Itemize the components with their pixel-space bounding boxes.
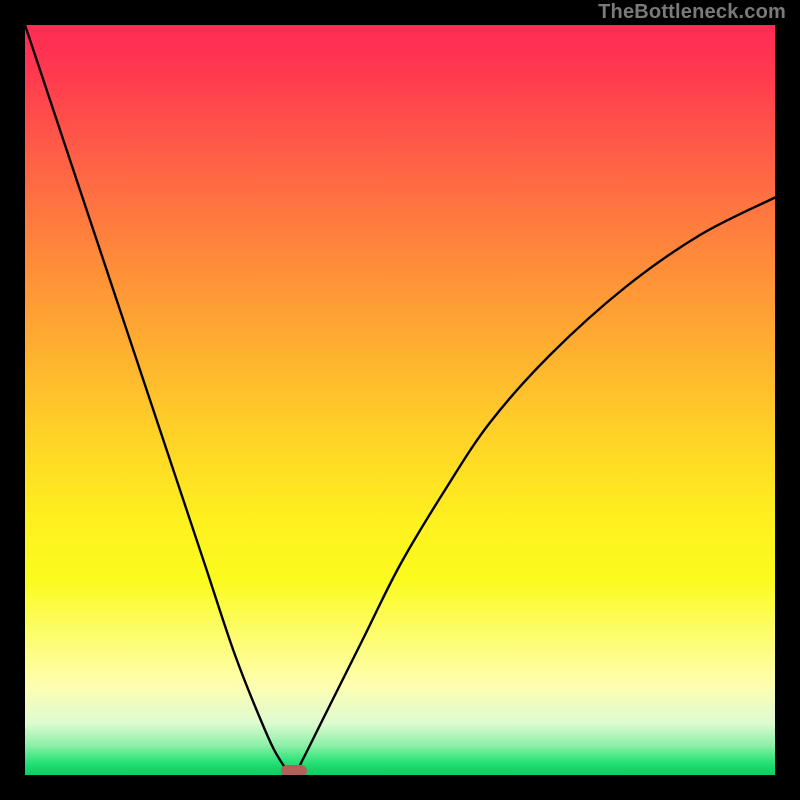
plot-area xyxy=(25,25,775,775)
optimal-marker xyxy=(281,765,307,775)
background-gradient xyxy=(25,25,775,775)
watermark-text: TheBottleneck.com xyxy=(598,2,786,22)
chart-frame: TheBottleneck.com xyxy=(0,0,800,800)
